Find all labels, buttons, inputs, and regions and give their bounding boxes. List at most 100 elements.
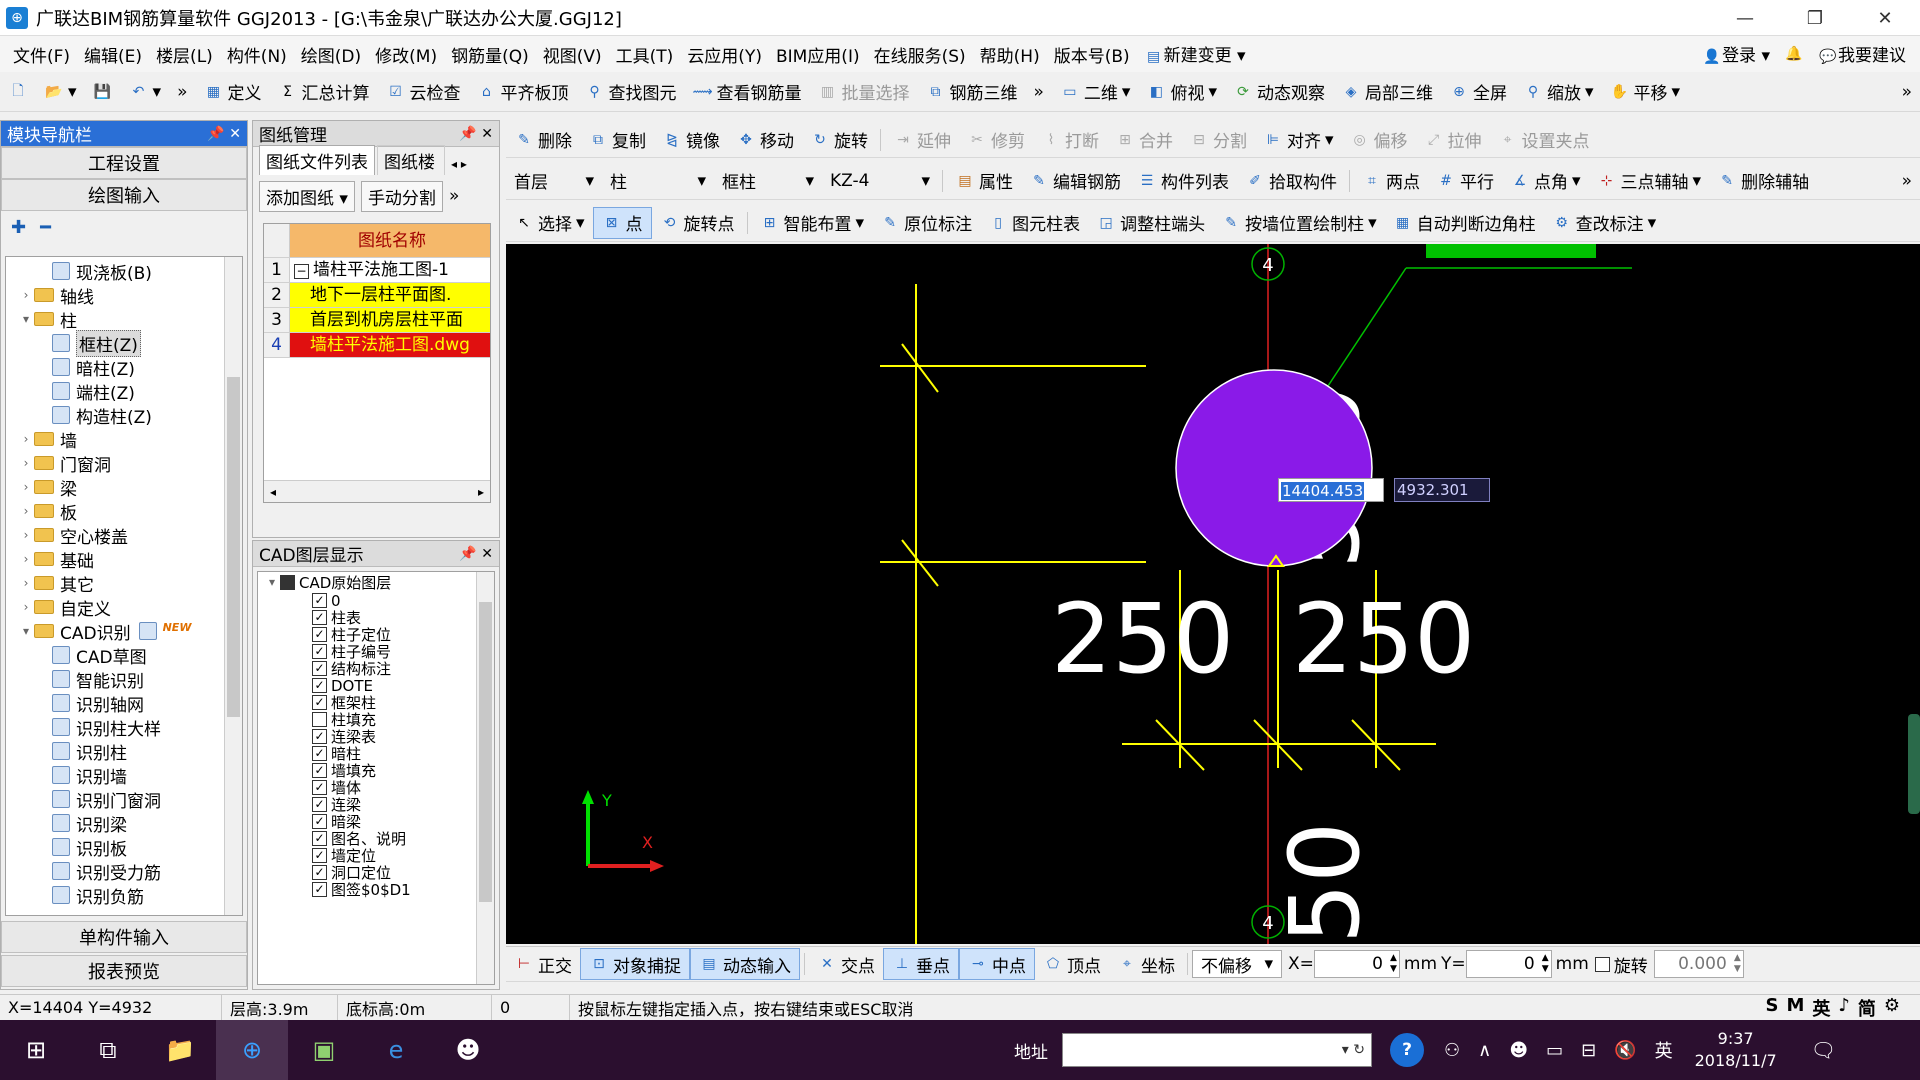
pan-button[interactable]: ✋ 平移 ▾ bbox=[1602, 76, 1689, 108]
cad-drawing[interactable]: 4 4 500 250 250 50 Y X bbox=[506, 244, 1920, 944]
layer-checkbox[interactable]: ✓ bbox=[312, 610, 327, 625]
dynamic-orbit-button[interactable]: ⟳ 动态观察 bbox=[1225, 76, 1333, 108]
nav-tree-item[interactable]: 识别梁 bbox=[6, 811, 242, 836]
dynamic-x-input[interactable]: 14404.453 bbox=[1278, 478, 1384, 502]
volume-muted-icon[interactable]: 🔇 bbox=[1614, 1040, 1636, 1061]
drawing-row[interactable]: 1− 墙柱平法施工图-1 bbox=[264, 258, 490, 283]
move-button[interactable]: ✥ 移动 bbox=[728, 124, 802, 156]
break-button[interactable]: ⌇ 打断 bbox=[1033, 124, 1107, 156]
layer-scrollbar[interactable] bbox=[476, 572, 494, 984]
three-point-axis-button[interactable]: ⊹ 三点辅轴 ▾ bbox=[1589, 165, 1710, 197]
menu-version[interactable]: 版本号(B) bbox=[1047, 42, 1137, 67]
people-icon[interactable]: ⚇ bbox=[1444, 1040, 1460, 1061]
ime-toolbar[interactable]: S M 英 ♪ 简 ⚙ bbox=[1765, 995, 1920, 1021]
layer-checkbox[interactable]: ✓ bbox=[312, 814, 327, 829]
pin-icon[interactable]: 📌 ✕ bbox=[207, 126, 241, 142]
battery-icon[interactable]: ▭ bbox=[1546, 1040, 1563, 1061]
menu-online[interactable]: 在线服务(S) bbox=[867, 42, 973, 67]
nav-tree-item[interactable]: › 轴线 bbox=[6, 283, 242, 308]
nav-tree-item[interactable]: 端柱(Z) bbox=[6, 379, 242, 404]
nav-tree-item[interactable]: 识别轴网 bbox=[6, 691, 242, 716]
menu-draw[interactable]: 绘图(D) bbox=[294, 42, 368, 67]
nav-tree-item[interactable]: 识别板 bbox=[6, 835, 242, 860]
layer-checkbox[interactable]: ✓ bbox=[312, 848, 327, 863]
nav-tree-item[interactable]: › 自定义 bbox=[6, 595, 242, 620]
bell-icon[interactable]: 🔔 bbox=[1784, 44, 1804, 64]
properties-button[interactable]: ▤ 属性 bbox=[947, 165, 1021, 197]
layer-checkbox[interactable]: ✓ bbox=[312, 746, 327, 761]
circular-column[interactable] bbox=[1176, 370, 1372, 566]
layer-checkbox[interactable]: ✓ bbox=[312, 763, 327, 778]
collapse-icon[interactable]: ▾ bbox=[18, 312, 34, 326]
report-preview-button[interactable]: 报表预览 bbox=[1, 955, 247, 987]
type-select[interactable]: 框柱 ▾ bbox=[714, 167, 822, 195]
expand-icon[interactable]: › bbox=[18, 600, 34, 614]
manual-split-button[interactable]: 手动分割 bbox=[360, 180, 443, 212]
nav-tree-item[interactable]: ▾ CAD识别 NEW bbox=[6, 619, 242, 644]
expand-icon[interactable]: › bbox=[18, 288, 34, 302]
menu-file[interactable]: 文件(F) bbox=[6, 42, 77, 67]
expand-icon[interactable]: › bbox=[18, 576, 34, 590]
floor-select[interactable]: 首层 ▾ bbox=[506, 167, 602, 195]
input-language[interactable]: 英 bbox=[1655, 1037, 1673, 1063]
collapse-all-icon[interactable]: ━ bbox=[40, 217, 51, 238]
nav-tree-item[interactable]: 识别受力筋 bbox=[6, 859, 242, 884]
menu-floor[interactable]: 楼层(L) bbox=[149, 42, 220, 67]
column-table-button[interactable]: ▯ 图元柱表 bbox=[980, 207, 1088, 239]
ime-punct-icon[interactable]: ♪ bbox=[1838, 995, 1850, 1021]
rotate-button[interactable]: ↻ 旋转 bbox=[802, 124, 876, 156]
layer-pin-close-icon[interactable]: 📌 ✕ bbox=[459, 546, 493, 562]
layer-checkbox[interactable]: ✓ bbox=[312, 644, 327, 659]
set-grip-button[interactable]: ⌖ 设置夹点 bbox=[1490, 124, 1598, 156]
nav-tree-item[interactable]: 框柱(Z) bbox=[6, 329, 242, 357]
scroll-right-icon[interactable]: ▸ bbox=[478, 485, 484, 499]
address-input[interactable]: ▾ ↻ bbox=[1062, 1033, 1372, 1067]
split-button[interactable]: ⊟ 分割 bbox=[1181, 124, 1255, 156]
nav-tree-item[interactable]: 现浇板(B) bbox=[6, 259, 242, 284]
qq-tray-icon[interactable]: ☻ bbox=[1509, 1040, 1528, 1061]
layer-checkbox[interactable]: ✓ bbox=[312, 678, 327, 693]
actions-overflow[interactable]: » bbox=[449, 186, 459, 206]
tree-scrollbar[interactable] bbox=[224, 257, 242, 915]
expand-icon[interactable]: › bbox=[18, 528, 34, 542]
drawing-table-hscroll[interactable]: ◂ ▸ bbox=[264, 480, 490, 502]
batch-select-button[interactable]: ▥ 批量选择 bbox=[810, 76, 918, 108]
rotate-point-button[interactable]: ⟲ 旋转点 bbox=[652, 207, 743, 239]
zoom-button[interactable]: ⚲ 缩放 ▾ bbox=[1515, 76, 1602, 108]
nav-tree-item[interactable]: 识别柱 bbox=[6, 739, 242, 764]
rotate-input[interactable]: 0.000 ▲ ▼ bbox=[1653, 950, 1744, 978]
layer-checkbox[interactable]: ✓ bbox=[312, 831, 327, 846]
cloud-check-button[interactable]: ☑ 云检查 bbox=[378, 76, 469, 108]
clock[interactable]: 9:37 2018/11/7 bbox=[1695, 1028, 1777, 1072]
expand-icon[interactable]: › bbox=[18, 552, 34, 566]
add-drawing-button[interactable]: 添加图纸 ▾ bbox=[259, 180, 355, 212]
nav-tree-item[interactable]: 识别墙 bbox=[6, 763, 242, 788]
help-icon[interactable]: ? bbox=[1390, 1033, 1424, 1067]
close-button[interactable]: ✕ bbox=[1850, 0, 1920, 36]
ime-simplified-icon[interactable]: 简 bbox=[1858, 995, 1876, 1021]
two-point-axis-button[interactable]: ⌗ 两点 bbox=[1354, 165, 1428, 197]
ime-english-icon[interactable]: 英 bbox=[1812, 995, 1830, 1021]
fullscreen-button[interactable]: ⊕ 全屏 bbox=[1441, 76, 1515, 108]
draw-by-wall-button[interactable]: ✎ 按墙位置绘制柱 ▾ bbox=[1213, 207, 1385, 239]
y-spinner[interactable]: ▲ ▼ bbox=[1542, 953, 1549, 975]
layer-checkbox[interactable] bbox=[312, 712, 327, 727]
menu-view[interactable]: 视图(V) bbox=[536, 42, 609, 67]
notifications-icon[interactable]: 🗨 bbox=[1811, 1038, 1836, 1062]
expand-all-icon[interactable]: ✚ bbox=[11, 217, 26, 238]
rebar-3d-button[interactable]: ⧉ 钢筋三维 bbox=[918, 76, 1026, 108]
perpendicular-snap-button[interactable]: ⊥ 垂点 bbox=[883, 948, 959, 980]
delete-axis-button[interactable]: ✎ 删除辅轴 bbox=[1709, 165, 1817, 197]
layer-item[interactable]: ✓ 墙体 bbox=[258, 779, 494, 797]
toolbar-overflow-2[interactable]: » bbox=[1026, 76, 1052, 108]
ime-logo-icon[interactable]: S bbox=[1765, 995, 1778, 1021]
ime-settings-icon[interactable]: ⚙ bbox=[1884, 995, 1900, 1021]
layer-item[interactable]: ✓ 连梁 bbox=[258, 796, 494, 814]
rotate-spinner[interactable]: ▲ ▼ bbox=[1734, 953, 1741, 975]
category-select[interactable]: 柱 ▾ bbox=[602, 167, 714, 195]
expand-icon[interactable]: › bbox=[18, 456, 34, 470]
edge-browser-icon[interactable]: e bbox=[360, 1020, 432, 1080]
undo-button[interactable]: ↶ ▾ bbox=[121, 76, 170, 108]
task-view-icon[interactable]: ⧉ bbox=[72, 1020, 144, 1080]
open-file-button[interactable]: 📂 ▾ bbox=[36, 76, 85, 108]
